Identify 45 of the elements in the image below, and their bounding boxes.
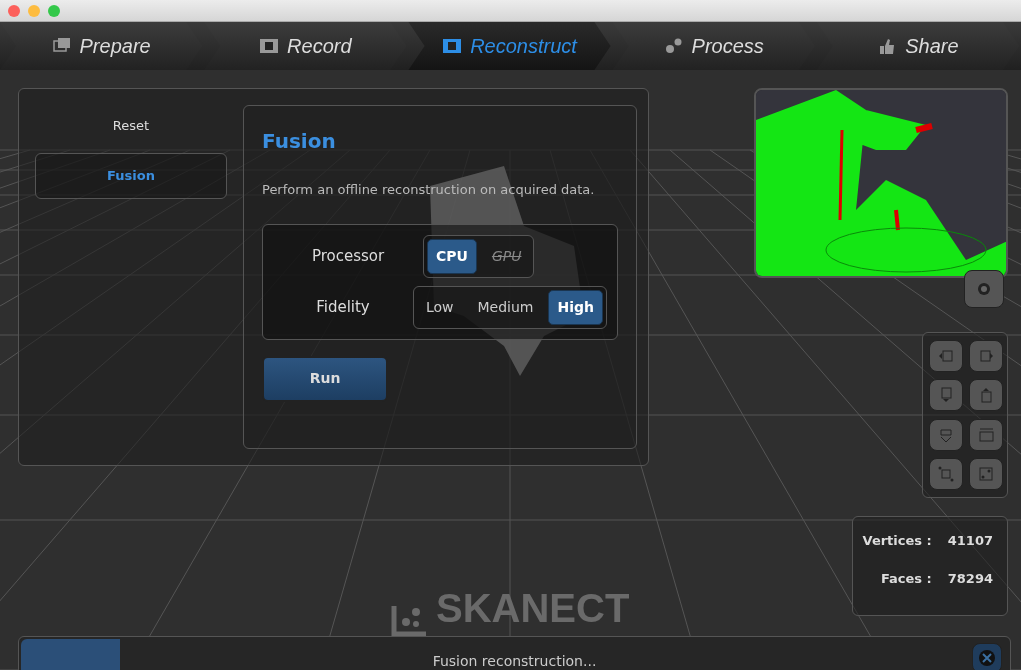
view-cube-icon — [978, 387, 994, 404]
option-choice[interactable]: Medium — [468, 289, 543, 325]
sidebar-item[interactable]: Fusion — [35, 153, 227, 199]
view-cube-icon — [938, 347, 954, 364]
stat-value: 78294 — [947, 569, 993, 588]
status-text: Fusion reconstruction... — [431, 652, 598, 670]
view-front-button[interactable] — [929, 418, 963, 451]
camera-button[interactable] — [964, 270, 1004, 308]
sidebar-item[interactable]: Reset — [35, 103, 227, 149]
zoom-window-button[interactable] — [48, 4, 60, 17]
minimize-window-button[interactable] — [28, 4, 40, 17]
view-cube-icon — [938, 426, 954, 443]
option-label: Fidelity — [315, 296, 371, 318]
view-cube-icon — [978, 426, 994, 443]
panel-title: Fusion — [262, 128, 337, 155]
view-cube-icon — [938, 466, 954, 483]
view-top-button[interactable] — [969, 379, 1003, 412]
view-right-button[interactable] — [969, 339, 1003, 372]
photos-icon — [51, 37, 72, 55]
view-cube-icon — [978, 466, 994, 483]
view-left-button[interactable] — [929, 339, 963, 372]
view-cube-icon — [938, 387, 954, 404]
view-fit-button[interactable] — [929, 458, 963, 491]
view-back-button[interactable] — [969, 418, 1003, 451]
tab[interactable]: Reconstruct — [408, 22, 611, 70]
film-icon — [259, 37, 280, 55]
view-bottom-button[interactable] — [929, 379, 963, 412]
option-choice[interactable]: Low — [416, 289, 463, 325]
option-choice[interactable]: CPU — [427, 238, 477, 274]
stat-value: 41107 — [947, 532, 993, 550]
run-button[interactable]: Run — [262, 355, 388, 402]
stat-label: Faces : — [880, 569, 932, 588]
description-text: Perform an offline reconstruction on acquired data. — [262, 181, 596, 199]
stat-label: Vertices : — [862, 532, 932, 550]
gears-icon — [663, 37, 684, 55]
view-cube-icon — [978, 347, 994, 364]
close-button[interactable] — [972, 643, 1002, 670]
film-icon — [442, 37, 463, 55]
view-reset-button[interactable] — [969, 458, 1003, 491]
close-window-button[interactable] — [8, 4, 20, 17]
camera-icon — [976, 281, 992, 297]
option-choice[interactable]: High — [548, 289, 603, 325]
close-icon — [978, 649, 996, 667]
option-label: Processor — [310, 245, 386, 267]
logo-text: SKANECT — [436, 585, 630, 632]
